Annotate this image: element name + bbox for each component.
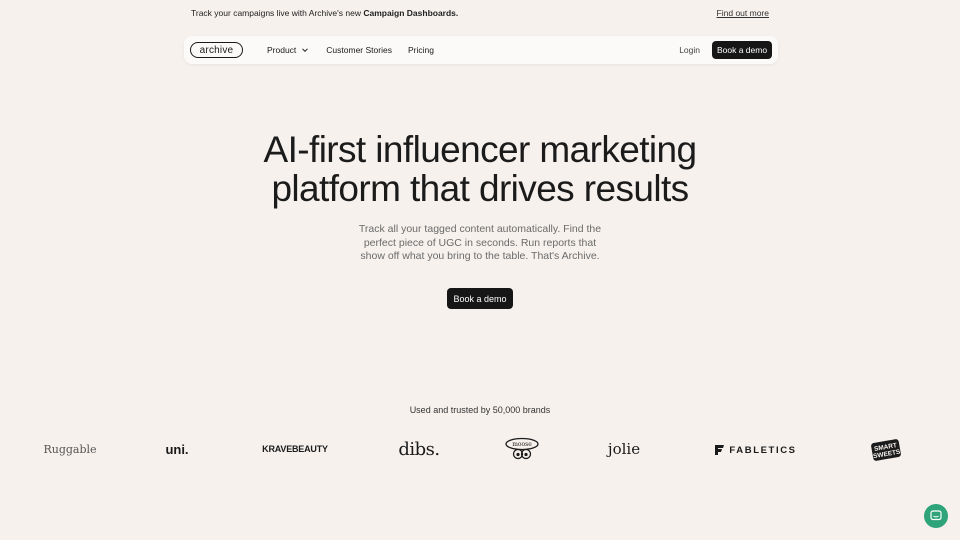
announcement-bar: Track your campaigns live with Archive's…: [0, 0, 960, 25]
hero-subtitle-line-2: perfect piece of UGC in seconds. Run rep…: [363, 236, 597, 249]
hero-book-demo-button[interactable]: Book a demo: [447, 288, 513, 309]
brand-logo-dibs: dibs.: [398, 438, 440, 460]
nav-item-product-label: Product: [267, 45, 297, 55]
svg-text:moose: moose: [512, 441, 532, 448]
brands-label: Used and trusted by 50,000 brands: [409, 405, 551, 415]
brand-logo-moose: moose: [504, 436, 540, 462]
archive-logo[interactable]: archive: [190, 42, 243, 58]
announcement-bold: Campaign Dashboards.: [363, 7, 459, 18]
announcement-prefix: Track your campaigns live with Archive's…: [191, 7, 364, 18]
hero-subtitle-line-1: Track all your tagged content automatica…: [358, 223, 602, 235]
hero-title-line-1: AI-first influencer marketing: [263, 129, 698, 170]
chat-launcher-button[interactable]: [924, 504, 948, 528]
find-out-more-link[interactable]: Find out more: [717, 8, 769, 18]
login-link[interactable]: Login: [679, 45, 700, 55]
nav-book-demo-button[interactable]: Book a demo: [712, 41, 772, 59]
brand-logo-fabletics: FABLETICS: [714, 443, 798, 457]
chevron-down-icon: [302, 48, 309, 53]
moose-logo-icon: moose: [505, 437, 539, 460]
nav-actions: Login Book a demo: [679, 41, 772, 59]
nav-item-product[interactable]: Product: [267, 45, 310, 55]
fabletics-mark-icon: [715, 445, 725, 455]
brand-logo-smart-sweets: SMART SWEETS: [870, 438, 902, 462]
hero-subtitle: Track all your tagged content automatica…: [355, 223, 605, 264]
brand-logo-ruggable: Ruggable: [43, 442, 97, 456]
main-nav: archive Product Customer Stories Pricing…: [184, 36, 778, 64]
brand-logo-uni: uni.: [165, 441, 189, 457]
hero-title-line-2: platform that drives results: [271, 168, 689, 209]
announcement-text: Track your campaigns live with Archive's…: [191, 8, 458, 18]
fabletics-wordmark: FABLETICS: [729, 444, 797, 456]
chat-bubble-icon: [930, 510, 942, 521]
brand-logo-jolie: jolie: [607, 440, 641, 458]
nav-links: Product Customer Stories Pricing: [267, 45, 434, 55]
hero-subtitle-line-3: show off what you bring to the table. Th…: [360, 250, 600, 263]
brand-logo-kravebeauty: KRAVEBEAUTY: [262, 444, 328, 454]
hero-title: AI-first influencer marketing platform t…: [230, 130, 730, 208]
nav-item-customer-stories[interactable]: Customer Stories: [326, 45, 392, 55]
smart-sweets-logo-icon: SMART SWEETS: [871, 439, 902, 461]
nav-item-pricing[interactable]: Pricing: [408, 45, 434, 55]
